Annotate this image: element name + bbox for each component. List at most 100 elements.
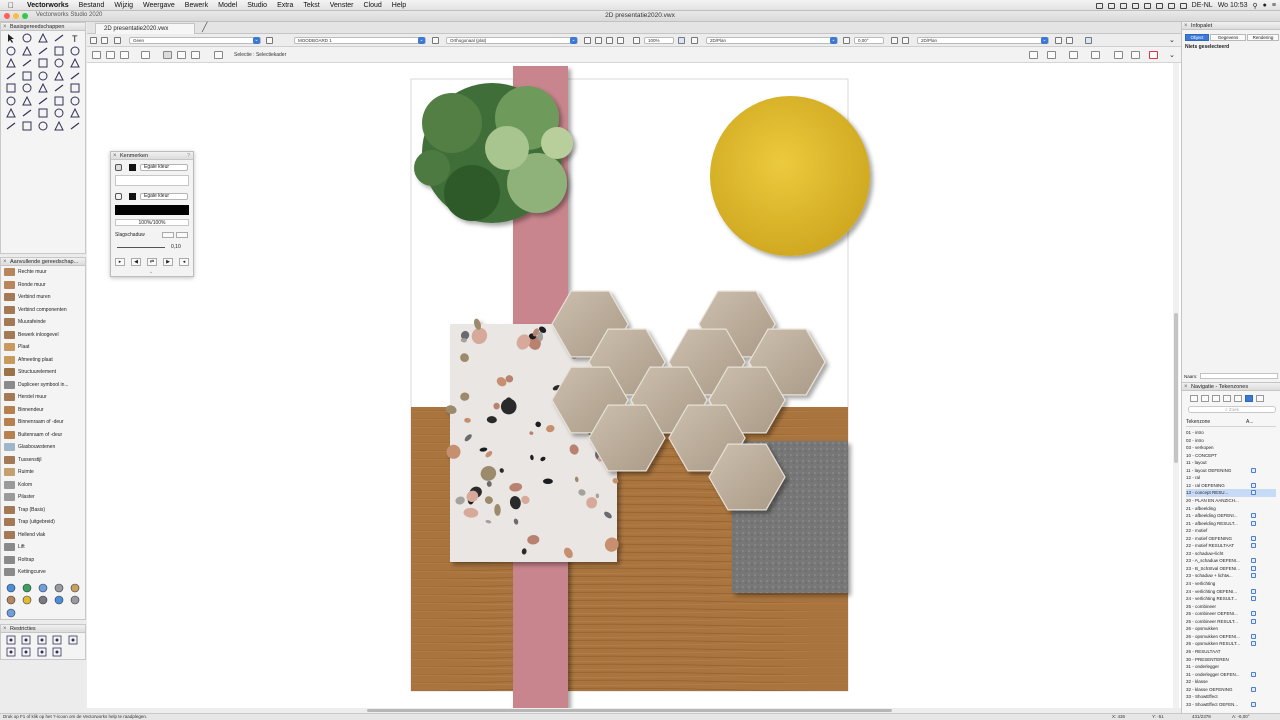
sheet-icon[interactable] <box>1251 520 1256 526</box>
navigation-search[interactable]: ⌕ Zoek <box>1188 406 1276 413</box>
tab-gegevens[interactable]: Gegevens <box>1210 34 1246 41</box>
volume-icon[interactable] <box>1155 2 1163 9</box>
opacity-field[interactable]: 100%/100% <box>115 219 189 226</box>
fit-icon[interactable] <box>584 37 591 44</box>
column-tekenzone[interactable]: Tekenzone <box>1186 419 1210 425</box>
sheet-icon[interactable] <box>1251 490 1256 496</box>
tekenzone-item[interactable]: 11 - layout <box>1186 459 1276 467</box>
menu-extra[interactable]: Extra <box>272 2 298 9</box>
mode-options-icon[interactable] <box>214 51 223 59</box>
tekenzone-item[interactable]: 31 - onderlegger OEFEN... <box>1186 671 1276 679</box>
close-icon[interactable]: × <box>3 258 7 266</box>
eyedrop-tool-icon[interactable] <box>35 107 51 120</box>
group-mode-icon[interactable] <box>141 51 150 59</box>
view-select[interactable]: 2D/Plan ⌄ <box>706 37 838 44</box>
mustard-circle[interactable] <box>710 96 870 256</box>
join-tool-icon[interactable] <box>51 82 67 95</box>
circle-tool-icon[interactable] <box>19 57 35 70</box>
render-select[interactable]: 2D/Plan ⌄ <box>917 37 1049 44</box>
zoom-select[interactable]: 100% <box>644 37 674 44</box>
tekenzone-item[interactable]: 32 - klasse <box>1186 678 1276 686</box>
tekenzone-item[interactable]: 25 - combineer <box>1186 603 1276 611</box>
snap-grid-icon[interactable] <box>1114 51 1123 59</box>
close-icon[interactable]: × <box>3 23 7 31</box>
close-icon[interactable]: × <box>1184 22 1188 30</box>
poly-tool-icon[interactable] <box>51 45 67 58</box>
render-icon[interactable] <box>691 37 698 44</box>
aanvullend-tool-icon[interactable] <box>67 582 83 595</box>
menu-weergave[interactable]: Weergave <box>138 2 180 9</box>
name-field[interactable] <box>1200 373 1278 379</box>
tekenzone-item[interactable]: 23 - B_SchStval OEFENI... <box>1186 565 1276 573</box>
select-tool-icon[interactable] <box>3 45 19 58</box>
apple-icon[interactable]:  <box>0 1 22 10</box>
fill-style-select[interactable]: Egale kleur <box>140 164 188 171</box>
tekenzone-item[interactable]: 12 - ral OEFENING <box>1186 482 1276 490</box>
tekenzone-item[interactable]: 22 - motief <box>1186 527 1276 535</box>
constraint-icon[interactable] <box>3 634 19 646</box>
tekenzone-item[interactable]: 32 - klasse OEFENING <box>1186 686 1276 694</box>
aanvullend-item[interactable]: Plaat <box>1 341 85 354</box>
sheet-icon[interactable] <box>1251 596 1256 602</box>
tekenzone-item[interactable]: 26 - opsmukken OEFENI... <box>1186 633 1276 641</box>
attrib-tool-icon[interactable] <box>19 107 35 120</box>
fill-bucket-icon[interactable] <box>115 164 122 171</box>
aanvullend-tool-icon[interactable] <box>67 594 83 607</box>
tekenzone-item[interactable]: 24 - verlichting <box>1186 580 1276 588</box>
tekenzone-item[interactable]: 13 - concept RESU... <box>1186 489 1276 497</box>
clock[interactable]: Wo 10:53 <box>1218 2 1248 9</box>
nav-more-icon[interactable] <box>1256 395 1264 402</box>
grid-icon[interactable] <box>891 37 898 44</box>
marker-mid-icon[interactable]: ⇄ <box>147 258 157 266</box>
tri-tool-icon[interactable] <box>67 57 83 70</box>
aanvullend-item[interactable]: Rechte muur <box>1 266 85 279</box>
sheet-icon[interactable] <box>1251 671 1256 677</box>
aanvullend-tool-icon[interactable] <box>3 607 19 620</box>
aanvullend-item[interactable]: Bewerk inloogevel <box>1 329 85 342</box>
menu-app[interactable]: Vectorworks <box>22 2 74 9</box>
bluetooth-icon[interactable] <box>1131 2 1139 9</box>
tekenzone-item[interactable]: 10 - CONCEPT <box>1186 452 1276 460</box>
saved-view-icon[interactable] <box>1085 37 1092 44</box>
menu-model[interactable]: Model <box>213 2 242 9</box>
spiral-tool-icon[interactable] <box>19 70 35 83</box>
tekenzone-item[interactable]: 11 - layout OEFENING <box>1186 467 1276 475</box>
tekenzone-item[interactable]: 25 - combineer OEFENI... <box>1186 610 1276 618</box>
class-icon[interactable] <box>114 37 121 44</box>
aanvullend-item[interactable]: Afmeeting plaat <box>1 354 85 367</box>
dim-tool-icon[interactable] <box>19 95 35 108</box>
offset-tool-icon[interactable] <box>3 82 19 95</box>
shadow-settings-icon[interactable] <box>176 232 188 238</box>
sheet-icon[interactable] <box>1251 588 1256 594</box>
rotate-mode-icon[interactable] <box>106 51 115 59</box>
cloud-icon[interactable] <box>1107 2 1115 9</box>
menu-bewerk[interactable]: Bewerk <box>180 2 213 9</box>
tekenzone-item[interactable]: 23 - schaduw+licht <box>1186 550 1276 558</box>
arrow-right-icon[interactable]: ▶ <box>163 258 173 266</box>
search-icon[interactable]: ⚲ <box>1253 2 1258 10</box>
marker-start-icon[interactable]: ▸ <box>115 258 125 266</box>
close-icon[interactable]: × <box>1184 383 1188 391</box>
lasso-icon[interactable] <box>177 51 186 59</box>
pen-icon[interactable] <box>115 193 122 200</box>
rotate-tool-icon[interactable] <box>51 95 67 108</box>
constraint-icon[interactable] <box>65 634 81 646</box>
snap-edge-icon[interactable] <box>1131 51 1140 59</box>
close-icon[interactable]: × <box>3 625 7 633</box>
shadow-toggle[interactable] <box>162 232 174 238</box>
tekenzone-item[interactable]: 26 - RESULTAAT <box>1186 648 1276 656</box>
menu-studio[interactable]: Studio <box>242 2 272 9</box>
tekenzone-item[interactable]: 24 - verlichting OEFENI... <box>1186 588 1276 596</box>
aanvullend-item[interactable]: Kolom <box>1 479 85 492</box>
menu-wijzig[interactable]: Wijzig <box>109 2 138 9</box>
aanvullend-item[interactable]: Muurafeinde <box>1 316 85 329</box>
screen-icon[interactable] <box>1119 2 1127 9</box>
aanvullend-item[interactable]: Tussenstijl <box>1 454 85 467</box>
aanvullend-tool-icon[interactable] <box>3 582 19 595</box>
nav-layers-icon[interactable] <box>1190 395 1198 402</box>
snap-settings-icon[interactable] <box>1091 51 1100 59</box>
aanvullend-item[interactable]: Lift <box>1 541 85 554</box>
snap-object-icon[interactable] <box>1149 51 1158 59</box>
aanvullend-tool-icon[interactable] <box>19 582 35 595</box>
column-a[interactable]: A... <box>1246 419 1254 425</box>
